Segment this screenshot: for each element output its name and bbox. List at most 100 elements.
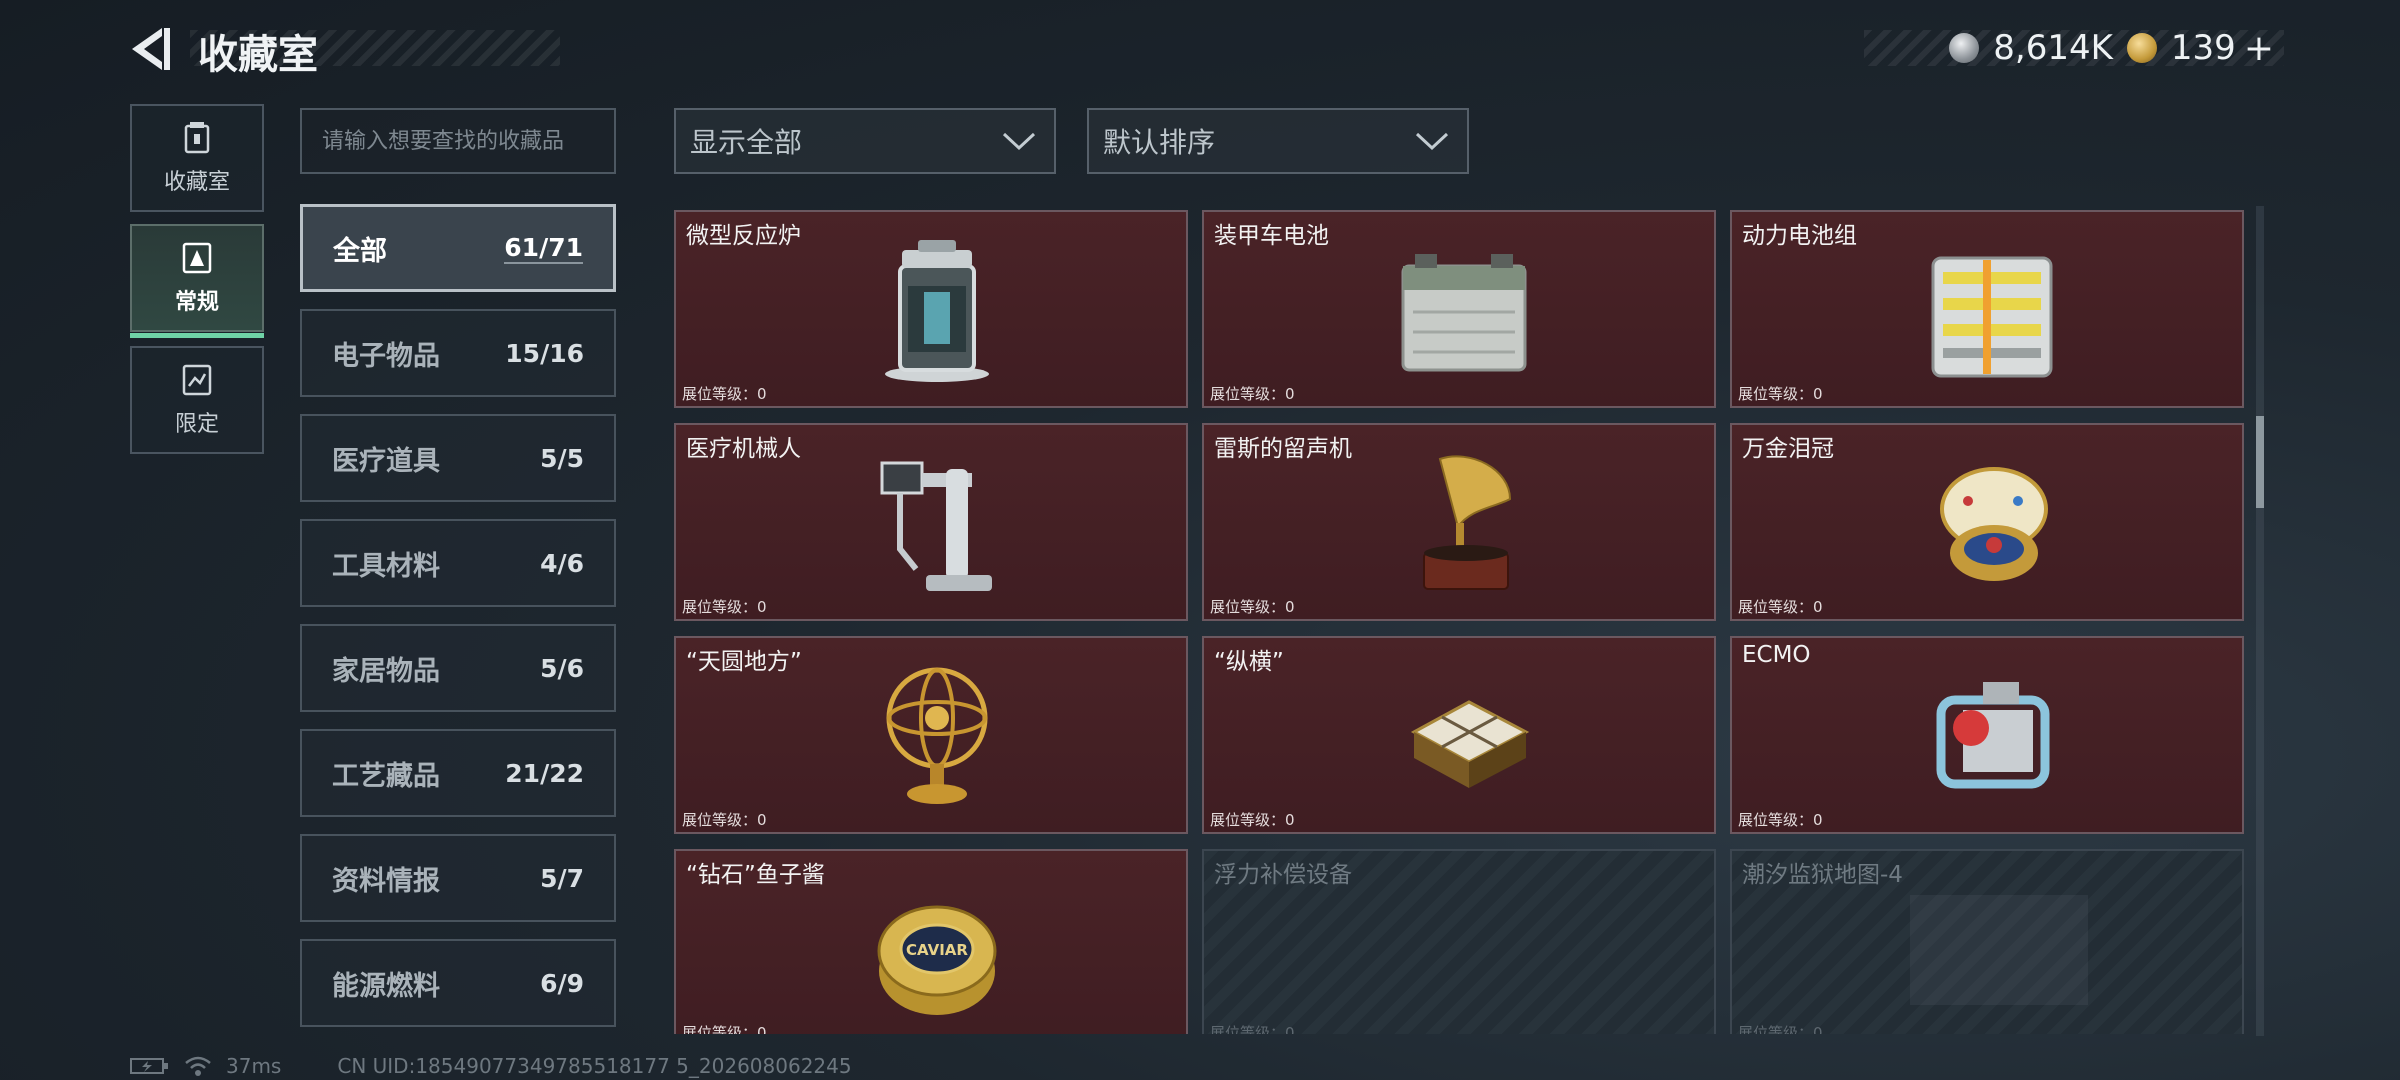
back-button[interactable] <box>128 24 172 74</box>
medical-robot-icon <box>880 461 992 591</box>
item-level: 展位等级：0 <box>682 1024 767 1034</box>
item-level: 展位等级：0 <box>1210 1024 1295 1034</box>
armored-battery-icon <box>1401 254 1527 372</box>
item-name: 动力电池组 <box>1742 223 1857 249</box>
category-count: 6/9 <box>540 968 584 998</box>
category-count: 5/6 <box>540 653 584 683</box>
item-name: 装甲车电池 <box>1214 223 1329 249</box>
nav-tab-collection-room[interactable]: 收藏室 <box>130 104 264 212</box>
item-level: 展位等级：0 <box>682 811 767 829</box>
collection-grid: 微型反应炉 展位等级：0 装甲车电池 展位等级：0 动力电池组 展位等级：0 医… <box>674 210 2248 1034</box>
collection-room-icon <box>184 122 210 154</box>
search-input[interactable] <box>300 108 616 174</box>
item-name: 潮汐监狱地图-4 <box>1742 862 1903 888</box>
category-energy[interactable]: 能源燃料 6/9 <box>300 939 616 1027</box>
silver-amount: 8,614K <box>1993 28 2113 68</box>
limited-icon <box>182 364 212 396</box>
item-card[interactable]: 万金泪冠 展位等级：0 <box>1730 423 2244 621</box>
top-bar: 收藏室 8,614K 139 + <box>0 0 2400 100</box>
item-level: 展位等级：0 <box>1210 598 1295 616</box>
category-count: 4/6 <box>540 548 584 578</box>
item-card[interactable]: ECMO 展位等级：0 <box>1730 636 2244 834</box>
dropdown-value: 默认排序 <box>1103 126 1216 159</box>
power-battery-pack-icon <box>1931 256 2053 378</box>
category-electronics[interactable]: 电子物品 15/16 <box>300 309 616 397</box>
item-name: 微型反应炉 <box>686 223 801 249</box>
grid-scrollbar[interactable] <box>2256 206 2264 1036</box>
item-name: “钻石”鱼子酱 <box>686 862 825 888</box>
page-title: 收藏室 <box>198 32 318 78</box>
item-name: 雷斯的留声机 <box>1214 436 1352 462</box>
category-intel[interactable]: 资料情报 5/7 <box>300 834 616 922</box>
category-name: 全部 <box>333 235 387 267</box>
add-currency-button[interactable]: + <box>2244 28 2274 69</box>
item-card[interactable]: 微型反应炉 展位等级：0 <box>674 210 1188 408</box>
micro-reactor-icon <box>885 240 989 382</box>
category-all[interactable]: 全部 61/71 <box>300 204 616 292</box>
gold-amount: 139 <box>2170 28 2236 68</box>
item-card[interactable]: 装甲车电池 展位等级：0 <box>1202 210 1716 408</box>
category-name: 电子物品 <box>332 340 440 372</box>
category-count: 15/16 <box>505 338 584 368</box>
item-card-locked[interactable]: 潮汐监狱地图-4 展位等级：0 <box>1730 849 2244 1034</box>
jeweled-egg-icon <box>1940 467 2048 581</box>
category-count: 61/71 <box>504 232 583 264</box>
item-name: 医疗机械人 <box>686 436 801 462</box>
item-level: 展位等级：0 <box>1738 811 1823 829</box>
item-level: 展位等级：0 <box>1210 811 1295 829</box>
item-level: 展位等级：0 <box>1210 385 1295 403</box>
category-count: 5/5 <box>540 443 584 473</box>
nav-label: 收藏室 <box>163 170 230 195</box>
chess-board-icon <box>1410 700 1530 788</box>
gramophone-icon <box>1423 455 1512 590</box>
item-card[interactable]: 雷斯的留声机 展位等级：0 <box>1202 423 1716 621</box>
armillary-sphere-icon <box>886 667 988 804</box>
silver-coin-icon <box>1949 33 1980 63</box>
category-name: 能源燃料 <box>332 970 440 1002</box>
category-count: 5/7 <box>540 863 584 893</box>
regular-icon <box>182 242 212 274</box>
category-medical[interactable]: 医疗道具 5/5 <box>300 414 616 502</box>
item-name: 浮力补偿设备 <box>1214 862 1352 888</box>
scroll-thumb[interactable] <box>2256 416 2264 508</box>
wifi-icon <box>185 1056 211 1076</box>
ping-value: 37ms <box>226 1054 282 1078</box>
uid-text: CN UID:18549077349785518177 5_2026080622… <box>337 1054 852 1078</box>
item-card-locked[interactable]: 浮力补偿设备 展位等级：0 <box>1202 849 1716 1034</box>
caviar-label: CAVIAR <box>906 941 968 959</box>
item-level: 展位等级：0 <box>1738 385 1823 403</box>
nav-tab-regular[interactable]: 常规 <box>130 224 264 338</box>
category-name: 资料情报 <box>332 865 440 897</box>
gold-coin-icon <box>2126 33 2157 63</box>
chevron-down-icon <box>1415 132 1449 151</box>
item-card[interactable]: “钻石”鱼子酱 CAVIAR 展位等级：0 <box>674 849 1188 1034</box>
status-bar: 37ms CN UID:18549077349785518177 5_20260… <box>130 1054 852 1078</box>
item-card[interactable]: 医疗机械人 展位等级：0 <box>674 423 1188 621</box>
item-level: 展位等级：0 <box>1738 1024 1823 1034</box>
item-name: “天圆地方” <box>686 649 802 675</box>
nav-tab-limited[interactable]: 限定 <box>130 346 264 454</box>
battery-icon <box>130 1058 168 1074</box>
nav-label: 常规 <box>174 290 219 315</box>
category-name: 工艺藏品 <box>332 760 440 792</box>
dropdown-value: 显示全部 <box>690 126 803 159</box>
category-name: 家居物品 <box>332 655 440 687</box>
item-card[interactable]: “纵横” 展位等级：0 <box>1202 636 1716 834</box>
nav-label: 限定 <box>174 412 219 437</box>
item-card[interactable]: 动力电池组 展位等级：0 <box>1730 210 2244 408</box>
item-level: 展位等级：0 <box>682 598 767 616</box>
item-name: ECMO <box>1742 642 1811 668</box>
category-name: 工具材料 <box>332 550 440 582</box>
category-tools[interactable]: 工具材料 4/6 <box>300 519 616 607</box>
caviar-tin-icon: CAVIAR <box>877 905 997 1015</box>
sort-dropdown[interactable]: 默认排序 <box>1087 108 1469 174</box>
currency-bar: 8,614K 139 + <box>1864 28 2284 69</box>
category-crafts[interactable]: 工艺藏品 21/22 <box>300 729 616 817</box>
item-name: “纵横” <box>1214 649 1284 675</box>
item-level: 展位等级：0 <box>1738 598 1823 616</box>
item-level: 展位等级：0 <box>682 385 767 403</box>
show-filter-dropdown[interactable]: 显示全部 <box>674 108 1056 174</box>
item-card[interactable]: “天圆地方” 展位等级：0 <box>674 636 1188 834</box>
category-household[interactable]: 家居物品 5/6 <box>300 624 616 712</box>
ecmo-machine-icon <box>1936 682 2050 789</box>
